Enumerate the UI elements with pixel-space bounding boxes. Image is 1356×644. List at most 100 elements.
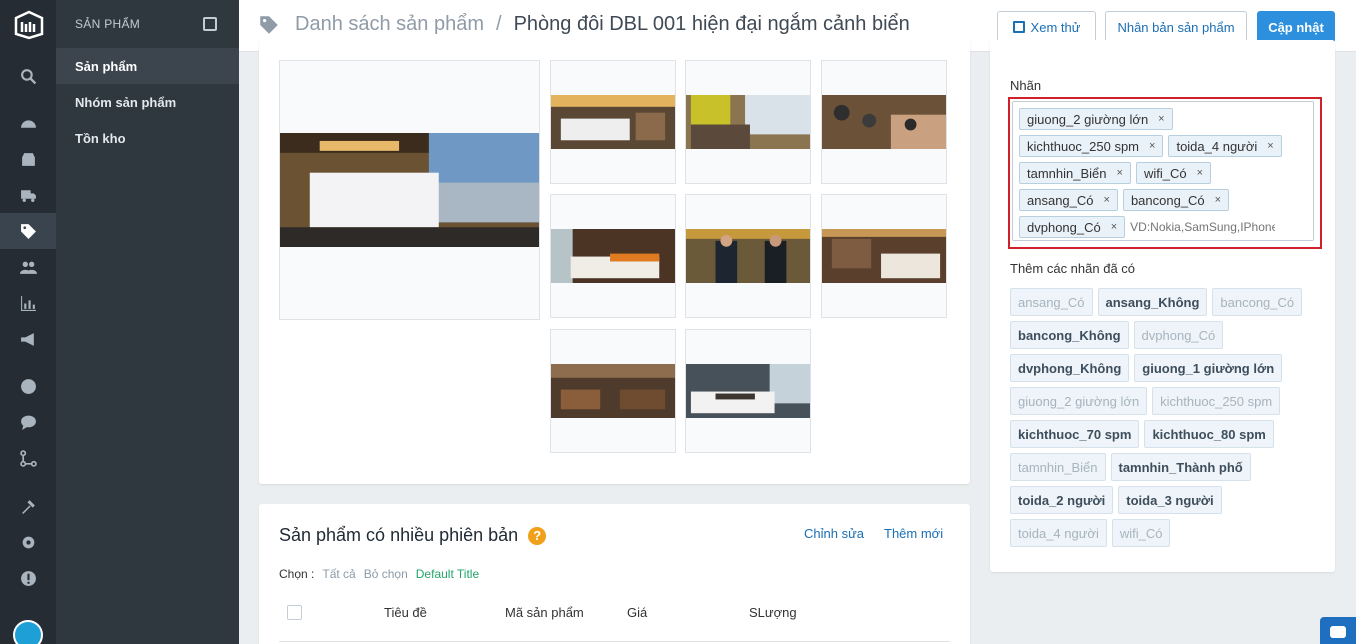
existing-tag[interactable]: tamnhin_Biển bbox=[1010, 453, 1106, 481]
deselect-link[interactable]: Bỏ chọn bbox=[364, 567, 408, 581]
remove-tag-icon[interactable]: × bbox=[1117, 167, 1123, 179]
tag-icon[interactable] bbox=[0, 213, 56, 249]
sidebar-item-products[interactable]: Sản phẩm bbox=[56, 48, 239, 84]
existing-tag[interactable]: giuong_1 giường lớn bbox=[1134, 354, 1283, 382]
update-button[interactable]: Cập nhật bbox=[1257, 11, 1335, 43]
add-variant-link[interactable]: Thêm mới bbox=[884, 526, 943, 541]
breadcrumb-parent-link[interactable]: Danh sách sản phẩm bbox=[295, 13, 484, 36]
column-sku: Mã sản phẩm bbox=[505, 605, 584, 620]
chat-button[interactable] bbox=[1320, 617, 1356, 644]
remove-tag-icon[interactable]: × bbox=[1149, 140, 1155, 152]
tags-card: Nhãn giuong_2 giường lớn × kichthuoc_250 s… bbox=[990, 40, 1335, 572]
spa-image bbox=[822, 94, 946, 150]
duplicate-product-button[interactable]: Nhân bản sản phẩm bbox=[1105, 11, 1247, 43]
tag-chip: giuong_2 giường lớn × bbox=[1019, 108, 1173, 130]
variants-title-text: Sản phẩm có nhiều phiên bản bbox=[279, 525, 519, 545]
inbox-icon[interactable] bbox=[0, 141, 56, 177]
users-icon[interactable] bbox=[0, 249, 56, 285]
tag-chip-label: dvphong_Có bbox=[1027, 219, 1101, 235]
section-title: SẢN PHẨM bbox=[75, 17, 141, 31]
existing-tags-list: ansang_Có ansang_Không bancong_Có bancong_K… bbox=[1010, 288, 1320, 547]
existing-tag[interactable]: tamnhin_Thành phố bbox=[1110, 453, 1251, 481]
column-price: Giá bbox=[627, 605, 648, 620]
tag-chip: kichthuoc_250 spm × bbox=[1019, 135, 1164, 157]
gear-icon[interactable] bbox=[0, 524, 56, 560]
section-header: SẢN PHẨM bbox=[56, 0, 239, 48]
select-all-link[interactable]: Tất cả bbox=[322, 567, 355, 581]
tag-chip: bancong_Có × bbox=[1122, 189, 1230, 211]
breadcrumb: Danh sách sản phẩm / Phòng đôi DBL 001 h… bbox=[259, 13, 910, 36]
sidebar-item-product-groups[interactable]: Nhóm sản phẩm bbox=[56, 84, 239, 120]
product-image[interactable] bbox=[550, 194, 676, 318]
hotel-bedroom-image bbox=[280, 132, 539, 248]
existing-tag[interactable]: kichthuoc_250 spm bbox=[1152, 387, 1281, 415]
tag-chip-label: wifi_Có bbox=[1143, 165, 1187, 181]
truck-icon[interactable] bbox=[0, 177, 56, 213]
existing-tag[interactable]: giuong_2 giường lớn bbox=[1010, 387, 1148, 415]
product-image[interactable] bbox=[821, 194, 947, 318]
product-image-main[interactable] bbox=[279, 60, 540, 320]
existing-tag[interactable]: wifi_Có bbox=[1111, 519, 1171, 547]
tag-chip: dvphong_Có × bbox=[1019, 216, 1126, 238]
sidebar-item-inventory[interactable]: Tồn kho bbox=[56, 120, 239, 156]
tag-chip: tamnhin_Biển × bbox=[1019, 162, 1131, 184]
existing-tag[interactable]: toida_2 người bbox=[1010, 486, 1114, 514]
chart-icon[interactable] bbox=[0, 285, 56, 321]
remove-tag-icon[interactable]: × bbox=[1267, 140, 1273, 152]
existing-tag[interactable]: toida_3 người bbox=[1118, 486, 1222, 514]
existing-tag[interactable]: bancong_Không bbox=[1010, 321, 1129, 349]
tag-chip-label: ansang_Có bbox=[1027, 192, 1094, 208]
product-image[interactable] bbox=[550, 60, 676, 184]
apps-icon[interactable] bbox=[0, 440, 56, 476]
megaphone-icon[interactable] bbox=[0, 321, 56, 357]
tag-chip-label: kichthuoc_250 spm bbox=[1027, 138, 1140, 154]
column-quantity: SLượng bbox=[749, 605, 797, 620]
remove-tag-icon[interactable]: × bbox=[1158, 113, 1164, 125]
tools-icon[interactable] bbox=[0, 488, 56, 524]
existing-tag[interactable]: kichthuoc_80 spm bbox=[1144, 420, 1274, 448]
remove-tag-icon[interactable]: × bbox=[1197, 167, 1203, 179]
product-image[interactable] bbox=[685, 194, 811, 318]
default-title-link[interactable]: Default Title bbox=[416, 567, 479, 581]
dashboard-icon[interactable] bbox=[0, 105, 56, 141]
existing-tag[interactable]: dvphong_Không bbox=[1010, 354, 1130, 382]
tag-text-input[interactable] bbox=[1130, 216, 1276, 238]
avatar[interactable] bbox=[13, 620, 43, 644]
search-icon[interactable] bbox=[0, 58, 56, 94]
remove-tag-icon[interactable]: × bbox=[1111, 221, 1117, 233]
alert-icon[interactable] bbox=[0, 560, 56, 596]
preview-button[interactable]: Xem thử bbox=[997, 11, 1096, 43]
existing-tag[interactable]: ansang_Có bbox=[1010, 288, 1093, 316]
choose-label: Chọn : bbox=[279, 567, 315, 581]
variants-table-header: Tiêu đề Mã sản phẩm Giá SLượng bbox=[279, 604, 950, 642]
existing-tag[interactable]: toida_4 người bbox=[1010, 519, 1107, 547]
tag-chip: toida_4 người × bbox=[1168, 135, 1282, 157]
external-link-icon[interactable] bbox=[203, 17, 217, 31]
product-image[interactable] bbox=[821, 60, 947, 184]
tags-input[interactable]: giuong_2 giường lớn × kichthuoc_250 spm × to… bbox=[1012, 101, 1314, 241]
hotel-room-image bbox=[686, 94, 810, 150]
product-image[interactable] bbox=[685, 60, 811, 184]
column-title: Tiêu đề bbox=[384, 605, 427, 620]
hotel-staff-image bbox=[686, 228, 810, 284]
hotel-room-image bbox=[551, 228, 675, 284]
existing-tag[interactable]: kichthuoc_70 spm bbox=[1010, 420, 1140, 448]
remove-tag-icon[interactable]: × bbox=[1215, 194, 1221, 206]
product-image[interactable] bbox=[550, 329, 676, 453]
product-image[interactable] bbox=[685, 329, 811, 453]
hotel-room-image bbox=[551, 94, 675, 150]
preview-button-label: Xem thử bbox=[1030, 19, 1081, 35]
globe-icon[interactable] bbox=[0, 368, 56, 404]
select-all-checkbox[interactable] bbox=[287, 605, 302, 620]
logo-icon[interactable] bbox=[12, 10, 46, 40]
existing-tags-label: Thêm các nhãn đã có bbox=[1010, 261, 1136, 276]
chat-icon[interactable] bbox=[0, 404, 56, 440]
help-icon[interactable]: ? bbox=[528, 526, 547, 545]
breadcrumb-separator: / bbox=[496, 13, 502, 35]
existing-tag[interactable]: dvphong_Có bbox=[1133, 321, 1224, 349]
existing-tag[interactable]: bancong_Có bbox=[1212, 288, 1303, 316]
existing-tag[interactable]: ansang_Không bbox=[1097, 288, 1208, 316]
edit-variants-link[interactable]: Chỉnh sửa bbox=[804, 526, 864, 541]
remove-tag-icon[interactable]: × bbox=[1104, 194, 1110, 206]
tag-chip-label: toida_4 người bbox=[1176, 138, 1258, 154]
